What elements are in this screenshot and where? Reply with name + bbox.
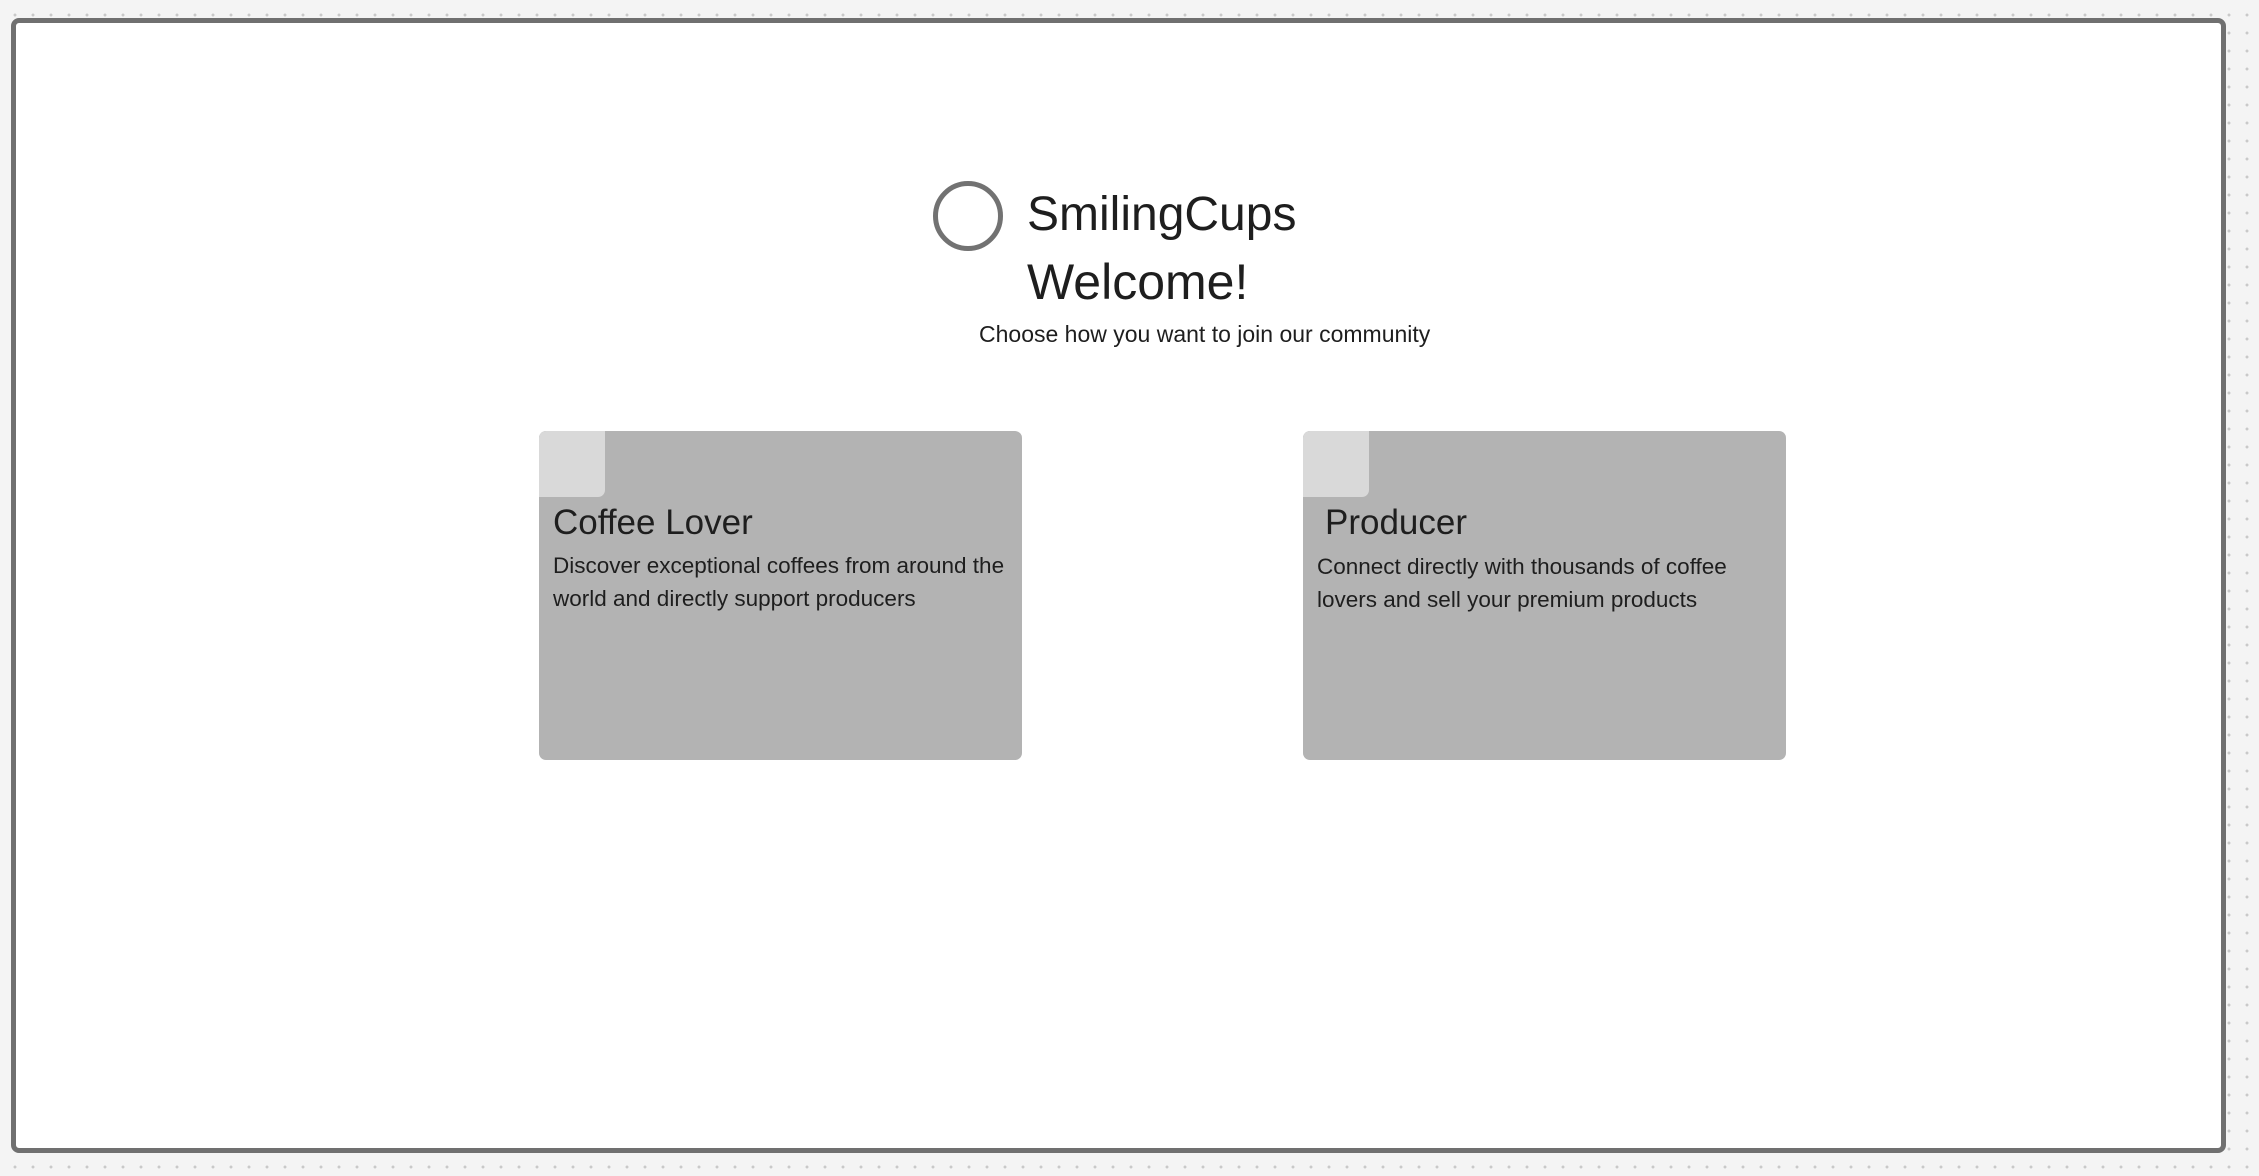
card-description: Connect directly with thousands of coffe…: [1317, 554, 1727, 612]
card-title: Producer: [1325, 503, 1468, 542]
page-subtitle: Choose how you want to join our communit…: [979, 321, 1431, 347]
card-title: Coffee Lover: [553, 503, 753, 542]
card-description: Discover exceptional coffees from around…: [553, 553, 1005, 611]
image-placeholder-icon: [1303, 431, 1369, 497]
image-placeholder-icon: [539, 431, 605, 497]
brand-name: SmilingCups: [1027, 188, 1297, 241]
circle-logo-icon: [933, 181, 1003, 251]
page-title: Welcome!: [1027, 254, 1249, 310]
producer-card[interactable]: Producer Connect directly with thousands…: [1303, 431, 1786, 760]
app-window: SmilingCups Welcome! Choose how you want…: [11, 18, 2226, 1153]
coffee-lover-card[interactable]: Coffee Lover Discover exceptional coffee…: [539, 431, 1022, 760]
